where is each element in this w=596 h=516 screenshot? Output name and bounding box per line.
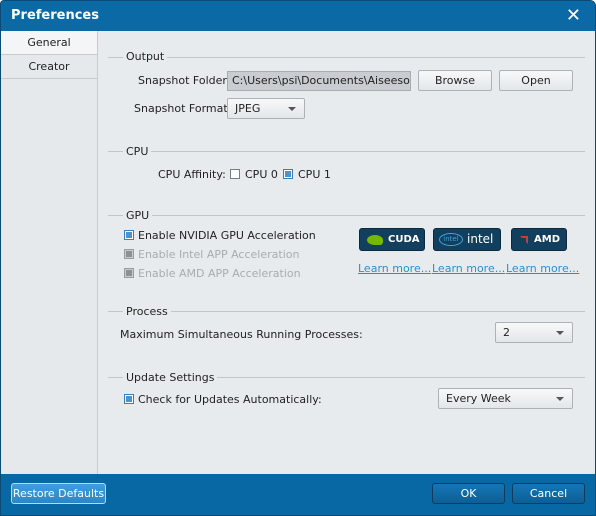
divider bbox=[108, 57, 585, 58]
dialog-body: General Creator Output Snapshot Folder: … bbox=[1, 31, 595, 474]
amd-badge[interactable]: AMD bbox=[511, 228, 567, 251]
cpu1-checkbox[interactable] bbox=[283, 169, 293, 179]
window-title: Preferences bbox=[11, 8, 99, 23]
chevron-down-icon bbox=[288, 107, 296, 111]
divider bbox=[108, 151, 585, 152]
learn-more-amd-link[interactable]: Learn more... bbox=[506, 262, 579, 275]
max-processes-select[interactable]: 2 bbox=[495, 322, 573, 343]
update-frequency-select[interactable]: Every Week bbox=[438, 388, 573, 409]
learn-more-intel-link[interactable]: Learn more... bbox=[432, 262, 505, 275]
cpu-section-title: CPU bbox=[123, 145, 152, 158]
intel-logo-icon: intel bbox=[439, 233, 463, 246]
snapshot-folder-input[interactable]: C:\Users\psi\Documents\Aiseesoft Studio\… bbox=[227, 71, 411, 91]
tab-creator[interactable]: Creator bbox=[1, 55, 97, 79]
browse-button[interactable]: Browse bbox=[418, 70, 492, 91]
nvidia-icon bbox=[367, 235, 383, 245]
chevron-down-icon bbox=[556, 331, 564, 335]
update-section-title: Update Settings bbox=[123, 371, 218, 384]
tab-general[interactable]: General bbox=[1, 31, 97, 55]
cpu1-label: CPU 1 bbox=[298, 168, 331, 181]
nvidia-acceleration-label: Enable NVIDIA GPU Acceleration bbox=[138, 229, 316, 242]
divider bbox=[108, 215, 585, 216]
ok-button[interactable]: OK bbox=[432, 483, 505, 504]
snapshot-format-label: Snapshot Format: bbox=[134, 102, 232, 115]
intel-acceleration-checkbox[interactable] bbox=[124, 249, 134, 259]
snapshot-format-value: JPEG bbox=[235, 102, 261, 115]
restore-defaults-button[interactable]: Restore Defaults bbox=[11, 483, 106, 504]
chevron-down-icon bbox=[556, 397, 564, 401]
process-section-title: Process bbox=[123, 305, 171, 318]
gpu-section-title: GPU bbox=[123, 209, 153, 222]
amd-badge-label: AMD bbox=[534, 234, 560, 245]
max-processes-value: 2 bbox=[503, 326, 510, 339]
footer: Restore Defaults OK Cancel bbox=[1, 474, 595, 515]
intel-badge[interactable]: intel intel bbox=[433, 228, 501, 251]
cancel-button[interactable]: Cancel bbox=[512, 483, 585, 504]
cpu0-checkbox[interactable] bbox=[230, 169, 240, 179]
nvidia-acceleration-checkbox[interactable] bbox=[124, 230, 134, 240]
max-processes-label: Maximum Simultaneous Running Processes: bbox=[120, 328, 363, 341]
amd-logo-icon bbox=[520, 236, 528, 244]
cpu-affinity-label: CPU Affinity: bbox=[158, 168, 226, 181]
check-updates-checkbox[interactable] bbox=[124, 394, 134, 404]
intel-acceleration-label: Enable Intel APP Acceleration bbox=[138, 248, 300, 261]
learn-more-cuda-link[interactable]: Learn more... bbox=[358, 262, 431, 275]
divider bbox=[108, 311, 585, 312]
content-panel: Output Snapshot Folder: C:\Users\psi\Doc… bbox=[98, 31, 595, 474]
sidebar: General Creator bbox=[1, 31, 98, 474]
amd-acceleration-checkbox[interactable] bbox=[124, 268, 134, 278]
open-button[interactable]: Open bbox=[499, 70, 573, 91]
snapshot-format-select[interactable]: JPEG bbox=[227, 98, 305, 119]
close-icon[interactable]: ✕ bbox=[566, 6, 581, 26]
cuda-badge-label: CUDA bbox=[388, 234, 420, 245]
intel-badge-label: intel bbox=[467, 232, 494, 246]
preferences-window: Preferences ✕ General Creator Output Sna… bbox=[0, 0, 596, 516]
snapshot-folder-label: Snapshot Folder: bbox=[138, 74, 231, 87]
update-frequency-value: Every Week bbox=[446, 392, 511, 405]
title-bar: Preferences ✕ bbox=[1, 1, 595, 31]
amd-acceleration-label: Enable AMD APP Acceleration bbox=[138, 267, 301, 280]
cuda-badge[interactable]: CUDA bbox=[359, 228, 425, 251]
cpu0-label: CPU 0 bbox=[245, 168, 278, 181]
output-section-title: Output bbox=[123, 50, 168, 63]
check-updates-label: Check for Updates Automatically: bbox=[138, 393, 322, 406]
